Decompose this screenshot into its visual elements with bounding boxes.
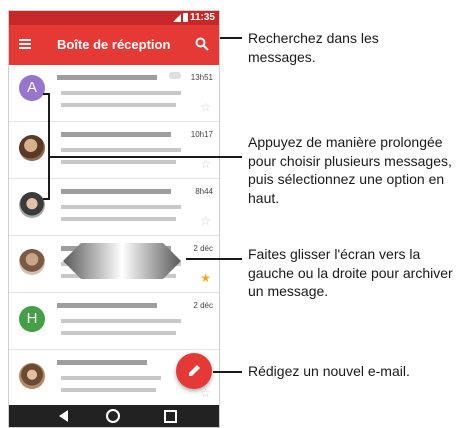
star-icon[interactable]: ☆ — [200, 100, 211, 114]
status-time: 11:35 — [189, 12, 215, 23]
star-icon[interactable]: ★ — [200, 271, 211, 285]
status-bar: 11:35 — [9, 11, 219, 25]
hamburger-menu-icon[interactable] — [19, 39, 31, 49]
signal-icon — [173, 14, 181, 22]
message-time: 2 déc — [193, 244, 213, 253]
message-time: 13h51 — [190, 73, 213, 82]
message-time: 10h17 — [190, 130, 213, 139]
callout-search: Recherchez dans les messages. — [248, 30, 379, 65]
avatar: A — [19, 75, 45, 101]
callout-compose: Rédigez un nouvel e-mail. — [248, 363, 410, 379]
callout-select: Appuyez de manière prolongée pour choisi… — [248, 134, 452, 206]
avatar — [19, 363, 45, 389]
app-bar-title: Boîte de réception — [57, 37, 171, 52]
callout-swipe: Faites glisser l'écran vers la gauche ou… — [248, 246, 453, 299]
back-icon[interactable] — [59, 410, 68, 422]
message-row[interactable]: 10h17 ☆ — [9, 122, 219, 179]
message-row[interactable]: A 13h51 ☆ — [9, 65, 219, 122]
avatar — [19, 135, 45, 161]
home-icon[interactable] — [106, 409, 120, 423]
avatar: H — [19, 306, 45, 332]
message-time: 8h44 — [195, 187, 213, 196]
swipe-arrows-icon — [63, 243, 181, 279]
recent-apps-icon[interactable] — [164, 410, 177, 423]
label-tag-icon — [169, 72, 181, 79]
message-row[interactable]: H 2 déc — [9, 293, 219, 350]
star-icon[interactable]: ☆ — [200, 157, 211, 171]
star-icon[interactable]: ☆ — [200, 214, 211, 228]
message-row[interactable]: 8h44 ☆ — [9, 179, 219, 236]
message-time: 2 déc — [193, 301, 213, 310]
compose-button[interactable] — [176, 353, 212, 389]
pencil-icon — [189, 365, 200, 376]
app-bar: Boîte de réception — [9, 25, 219, 65]
avatar — [19, 192, 45, 218]
battery-icon — [183, 13, 188, 22]
search-icon[interactable] — [195, 37, 209, 51]
navigation-bar — [9, 405, 219, 427]
avatar — [19, 249, 45, 275]
